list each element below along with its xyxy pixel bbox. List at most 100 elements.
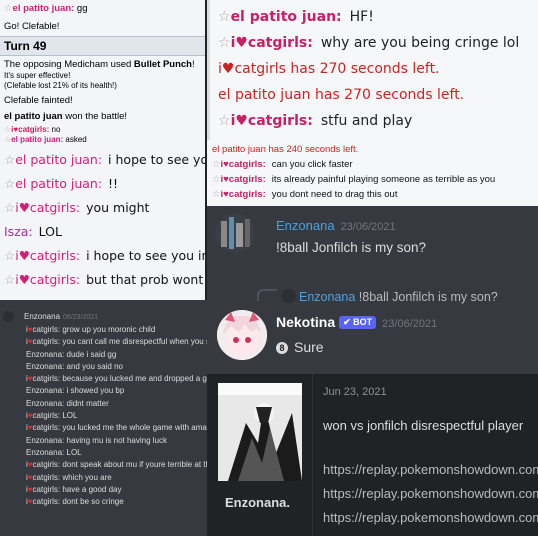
message-content: !8ball Jonfilch is my son? [276, 240, 427, 255]
rank-star-icon: ☆ [212, 174, 221, 185]
discord-log-panel: Enzonana 06/23/2021 i♥catgirls: grow up y… [0, 300, 207, 536]
speaker: Enzonana: [26, 435, 65, 445]
username: el patito juan: [15, 176, 103, 191]
chat-message: dont speak about mu if youre terrible at… [62, 460, 207, 470]
list-item: Enzonana: and you said no [26, 361, 207, 373]
author-name[interactable]: Enzonana [276, 218, 335, 233]
chat-message: you lucked me the whole game with amazin… [62, 423, 207, 433]
speaker: Enzonana: [26, 349, 65, 359]
chat-message: you might [86, 200, 150, 215]
rank-star-icon: ☆ [218, 35, 231, 51]
chat-message: you cant call me disrespectful when you … [62, 337, 207, 347]
chat-message: LOL [62, 411, 78, 421]
chat-message: because you lucked me and dropped a gg [62, 374, 207, 384]
username: i♥catgirls: [220, 189, 266, 200]
username: i♥catgirls: [230, 35, 313, 51]
zoomed-chat: ☆el patito juan:i hope to see you in ret… [0, 148, 205, 292]
username: Isza: [4, 224, 33, 239]
rank-star-icon: ☆ [4, 152, 16, 167]
username: el patito juan: [12, 3, 75, 14]
chat-message: i hope to see you in retrocup [108, 152, 205, 167]
speaker-name: catgirls: [32, 374, 61, 384]
chat-message: and you said no [66, 361, 124, 371]
chat-line: ☆i♥catgirls: stfu and play [210, 108, 538, 134]
rank-star-icon: ☆ [218, 113, 231, 129]
small-chat-panel: el patito juan has 240 seconds left. ☆i♥… [207, 140, 538, 206]
reply-preview[interactable]: Enzonana !8ball Jonfilch is my son? [282, 289, 498, 304]
replay-link[interactable]: https://replay.pokemonshowdown.com [323, 486, 538, 501]
8ball-icon: 8 [276, 342, 288, 354]
chat-message: have a good day [62, 484, 122, 494]
bot-name[interactable]: Nekotina [276, 314, 335, 330]
rank-star-icon: ☆ [212, 159, 221, 170]
chat-message: gg [76, 3, 88, 14]
chat-line: Isza: LOL [0, 220, 205, 244]
replay-link[interactable]: https://replay.pokemonshowdown.com [323, 510, 538, 525]
chat-message: !! [108, 176, 119, 191]
chat-line: ☆i♥catgirls: but that prob wont happen [0, 268, 205, 292]
event-text: ! [191, 59, 195, 70]
chat-line: ☆i♥catgirls: you might [0, 196, 205, 220]
message-header: Enzonana 23/06/2021 [276, 218, 396, 233]
username: el patito juan: [15, 152, 103, 167]
chat-message: HF! [349, 9, 374, 25]
profile-name: Enzonana. [225, 495, 291, 510]
bot-reply-text: Sure [294, 339, 324, 355]
avatar-image [215, 213, 255, 253]
rank-star-icon: ☆ [218, 9, 231, 25]
battle-event: Go! Clefable! [4, 21, 60, 32]
chat-line: ☆el patito juan: HF! [210, 4, 538, 30]
battle-event: It's super effective! [4, 71, 71, 80]
chat-message: dude i said gg [66, 349, 117, 359]
list-item: i♥catgirls: you cant call me disrespectf… [26, 336, 207, 348]
avatar[interactable] [3, 311, 14, 322]
list-item: i♥catgirls: dont be so cringe [26, 496, 207, 508]
replay-link[interactable]: https://replay.pokemonshowdown.com [323, 462, 538, 477]
chat-message: i hope to see you in a real tour someday [86, 248, 205, 263]
chat-message: no [51, 125, 61, 134]
speaker: Enzonana: [26, 386, 65, 396]
chat-message: grow up you moronic child [62, 325, 156, 334]
rank-star-icon: ☆ [212, 189, 221, 200]
chat-line: ☆el patito juan: i hope to see you in ret… [0, 148, 205, 172]
battle-event: The opposing Medicham used Bullet Punch! [0, 59, 205, 71]
rank-star-icon: ☆ [4, 176, 16, 191]
bot-avatar[interactable] [217, 310, 267, 360]
speaker-name: catgirls: [32, 337, 61, 347]
chat-message: can you click faster [271, 159, 353, 170]
list-item: i♥catgirls: which you are [26, 472, 207, 484]
list-item: Enzonana: didnt matter [26, 398, 207, 410]
bot-avatar-image [217, 310, 267, 360]
chat-message: which you are [62, 472, 112, 482]
reply-author: Enzonana [299, 290, 356, 304]
timer-notice: el patito juan has 240 seconds left. [212, 144, 359, 155]
chat-message: dont be so cringe [62, 497, 124, 507]
speaker-name: catgirls: [32, 472, 61, 482]
reply-text: !8ball Jonfilch is my son? [358, 290, 498, 304]
timestamp: 23/06/2021 [340, 221, 396, 233]
rank-star-icon: ☆ [4, 272, 16, 287]
bot-message-header: Nekotina ✔ BOT 23/06/2021 [276, 314, 437, 330]
speaker: Enzonana: [26, 398, 65, 408]
chat-message: asked [65, 135, 87, 144]
rank-star-icon: ☆ [4, 200, 16, 215]
event-text: won the battle! [62, 111, 128, 122]
chat-message: LOL [38, 224, 62, 239]
chat-message: having mu is not having luck [66, 435, 168, 445]
replay-post-panel: Enzonana. Jun 23, 2021 won vs jonfilch d… [207, 374, 538, 536]
battle-event: Clefable fainted! [4, 95, 73, 106]
manga-art-image [218, 383, 302, 481]
chat-line: ☆i♥catgirls: no [0, 125, 205, 135]
username: i♥catgirls: [230, 113, 313, 129]
rank-star-icon: ☆ [4, 3, 13, 14]
rank-star-icon: ☆ [4, 248, 16, 263]
chat-line: ☆el patito juan: asked [0, 135, 205, 145]
username: el patito juan: [230, 9, 342, 25]
turn-header: Turn 49 [0, 36, 205, 56]
username: i♥catgirls: [220, 159, 266, 170]
avatar[interactable] [215, 213, 255, 253]
timer-notice: i♥catgirls has 270 seconds left. [218, 61, 440, 77]
author-name[interactable]: Enzonana [24, 312, 60, 321]
profile-thumbnail[interactable] [218, 383, 302, 481]
timestamp: 06/23/2021 [63, 314, 99, 321]
